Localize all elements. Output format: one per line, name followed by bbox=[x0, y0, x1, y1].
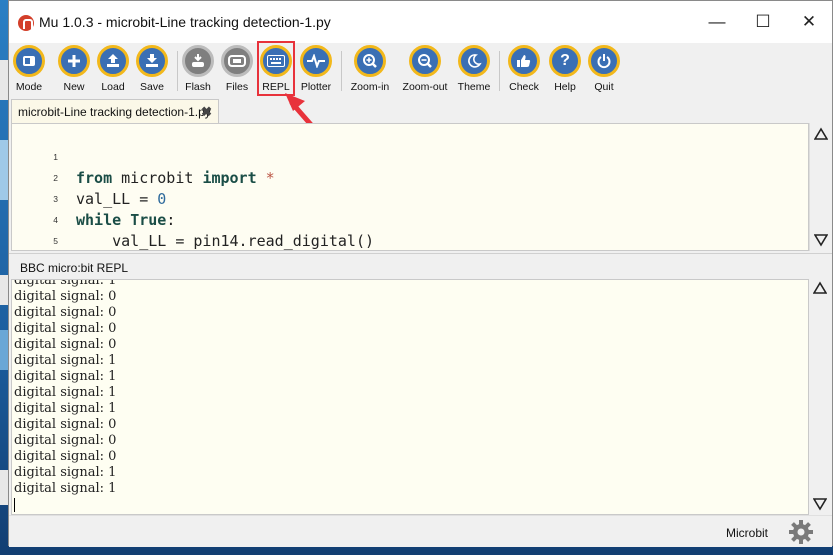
code-line: 4 val_LL = pin14.read_digital() bbox=[12, 189, 808, 250]
repl-panel-header: BBC micro:bit REPL bbox=[9, 253, 832, 279]
code-line: 2 val_LL = 0 bbox=[12, 147, 808, 208]
code-line: 5 print("digital signal:", val_LL) bbox=[12, 210, 808, 246]
code-editor[interactable]: 1 from microbit import * 2 val_LL = 0 3 … bbox=[11, 123, 809, 251]
repl-line: digital signal: 0 bbox=[14, 305, 117, 320]
repl-line: digital signal: 0 bbox=[14, 321, 117, 336]
desktop-icon-strip bbox=[0, 140, 8, 200]
status-bar: Microbit bbox=[9, 515, 832, 547]
tab-bar: microbit-Line tracking detection-1.py ✖ bbox=[9, 99, 832, 123]
repl-line: digital signal: 1 bbox=[14, 279, 117, 288]
repl-title: BBC micro:bit REPL bbox=[20, 261, 129, 275]
repl-scrollbar[interactable] bbox=[809, 279, 831, 515]
repl-line: digital signal: 1 bbox=[14, 401, 117, 416]
desktop-icon-strip bbox=[0, 470, 8, 505]
mode-indicator: Microbit bbox=[725, 526, 768, 540]
repl-output: digital signal: 1 digital signal: 0 digi… bbox=[12, 279, 808, 497]
repl-console[interactable]: digital signal: 1 digital signal: 0 digi… bbox=[11, 279, 809, 515]
desktop-icon-strip bbox=[0, 275, 8, 305]
repl-line: digital signal: 0 bbox=[14, 289, 117, 304]
repl-line: digital signal: 1 bbox=[14, 369, 117, 384]
mu-editor-window: Mu 1.0.3 - microbit-Line tracking detect… bbox=[8, 0, 833, 547]
editor-scrollbar[interactable] bbox=[809, 123, 831, 251]
scroll-down-icon[interactable] bbox=[814, 233, 828, 247]
tab-file[interactable]: microbit-Line tracking detection-1.py ✖ bbox=[11, 99, 219, 123]
repl-line: digital signal: 1 bbox=[14, 465, 117, 480]
scroll-up-icon[interactable] bbox=[813, 281, 827, 295]
scroll-down-icon[interactable] bbox=[813, 497, 827, 511]
repl-line: digital signal: 0 bbox=[14, 337, 117, 352]
code-line: 1 from microbit import * bbox=[12, 126, 808, 187]
code-line: 3 while True: bbox=[12, 168, 808, 229]
desktop-icon-strip bbox=[0, 330, 8, 370]
scroll-up-icon[interactable] bbox=[814, 127, 828, 141]
text-cursor bbox=[14, 498, 15, 512]
gear-icon[interactable] bbox=[788, 519, 814, 545]
repl-line: digital signal: 0 bbox=[14, 433, 117, 448]
repl-line: digital signal: 1 bbox=[14, 481, 117, 496]
tab-file-label: microbit-Line tracking detection-1.py bbox=[18, 104, 211, 119]
code-line: 6 sleep(200) bbox=[12, 231, 808, 250]
tab-close-icon[interactable]: ✖ bbox=[201, 104, 212, 120]
repl-line: digital signal: 1 bbox=[14, 353, 117, 368]
repl-line: digital signal: 1 bbox=[14, 385, 117, 400]
repl-line: digital signal: 0 bbox=[14, 449, 117, 464]
repl-line: digital signal: 0 bbox=[14, 417, 117, 432]
